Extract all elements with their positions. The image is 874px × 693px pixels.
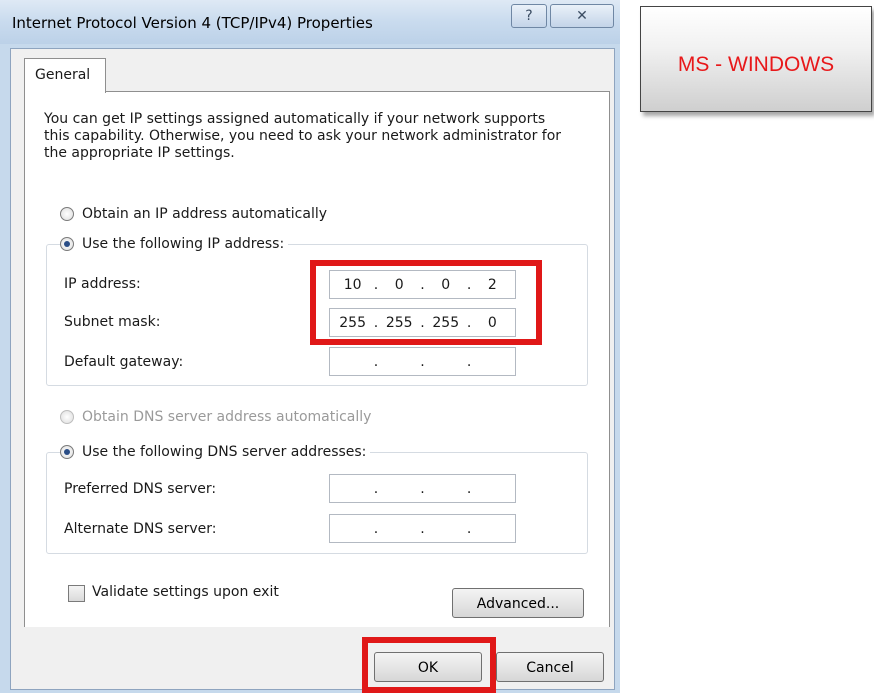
radio-obtain-ip-auto-label: Obtain an IP address automatically — [82, 206, 328, 222]
radio-obtain-ip-auto[interactable]: Obtain an IP address automatically — [60, 206, 332, 222]
validate-checkbox-label: Validate settings upon exit — [92, 584, 279, 600]
radio-use-following-dns-label: Use the following DNS server addresses: — [82, 444, 367, 460]
default-gateway-label: Default gateway: — [64, 354, 184, 370]
radio-icon[interactable] — [60, 445, 74, 459]
alternate-dns-input[interactable]: ... — [329, 514, 516, 543]
tcpip-properties-dialog: Internet Protocol Version 4 (TCP/IPv4) P… — [0, 0, 620, 693]
radio-icon[interactable] — [60, 237, 74, 251]
radio-icon — [60, 410, 74, 424]
ip-address-label: IP address: — [64, 276, 141, 292]
window-title: Internet Protocol Version 4 (TCP/IPv4) P… — [12, 14, 373, 32]
subnet-mask-label: Subnet mask: — [64, 314, 161, 330]
os-label: MS - WINDOWS — [677, 53, 835, 76]
tab-general[interactable]: General — [24, 58, 106, 93]
alternate-dns-label: Alternate DNS server: — [64, 521, 217, 537]
os-label-box: MS - WINDOWS — [640, 6, 872, 112]
radio-obtain-dns-auto: Obtain DNS server address automatically — [60, 409, 376, 425]
validate-checkbox[interactable] — [68, 585, 85, 602]
cancel-button[interactable]: Cancel — [496, 652, 604, 682]
preferred-dns-input[interactable]: ... — [329, 474, 516, 503]
ok-button-highlight — [362, 637, 496, 693]
radio-obtain-dns-auto-label: Obtain DNS server address automatically — [82, 409, 372, 425]
radio-use-following-ip[interactable]: Use the following IP address: — [60, 236, 289, 252]
preferred-dns-label: Preferred DNS server: — [64, 481, 217, 497]
radio-use-following-dns[interactable]: Use the following DNS server addresses: — [60, 444, 371, 460]
title-bar[interactable]: Internet Protocol Version 4 (TCP/IPv4) P… — [0, 0, 620, 44]
tab-general-label: General — [35, 67, 91, 83]
advanced-button[interactable]: Advanced... — [452, 588, 584, 618]
ip-subnet-highlight — [310, 260, 542, 345]
close-button[interactable]: ✕ — [550, 4, 614, 28]
radio-use-following-ip-label: Use the following IP address: — [82, 236, 285, 252]
help-button[interactable]: ? — [511, 4, 547, 28]
default-gateway-input[interactable]: ... — [329, 347, 516, 376]
intro-text: You can get IP settings assigned automat… — [44, 111, 562, 161]
radio-icon[interactable] — [60, 207, 74, 221]
